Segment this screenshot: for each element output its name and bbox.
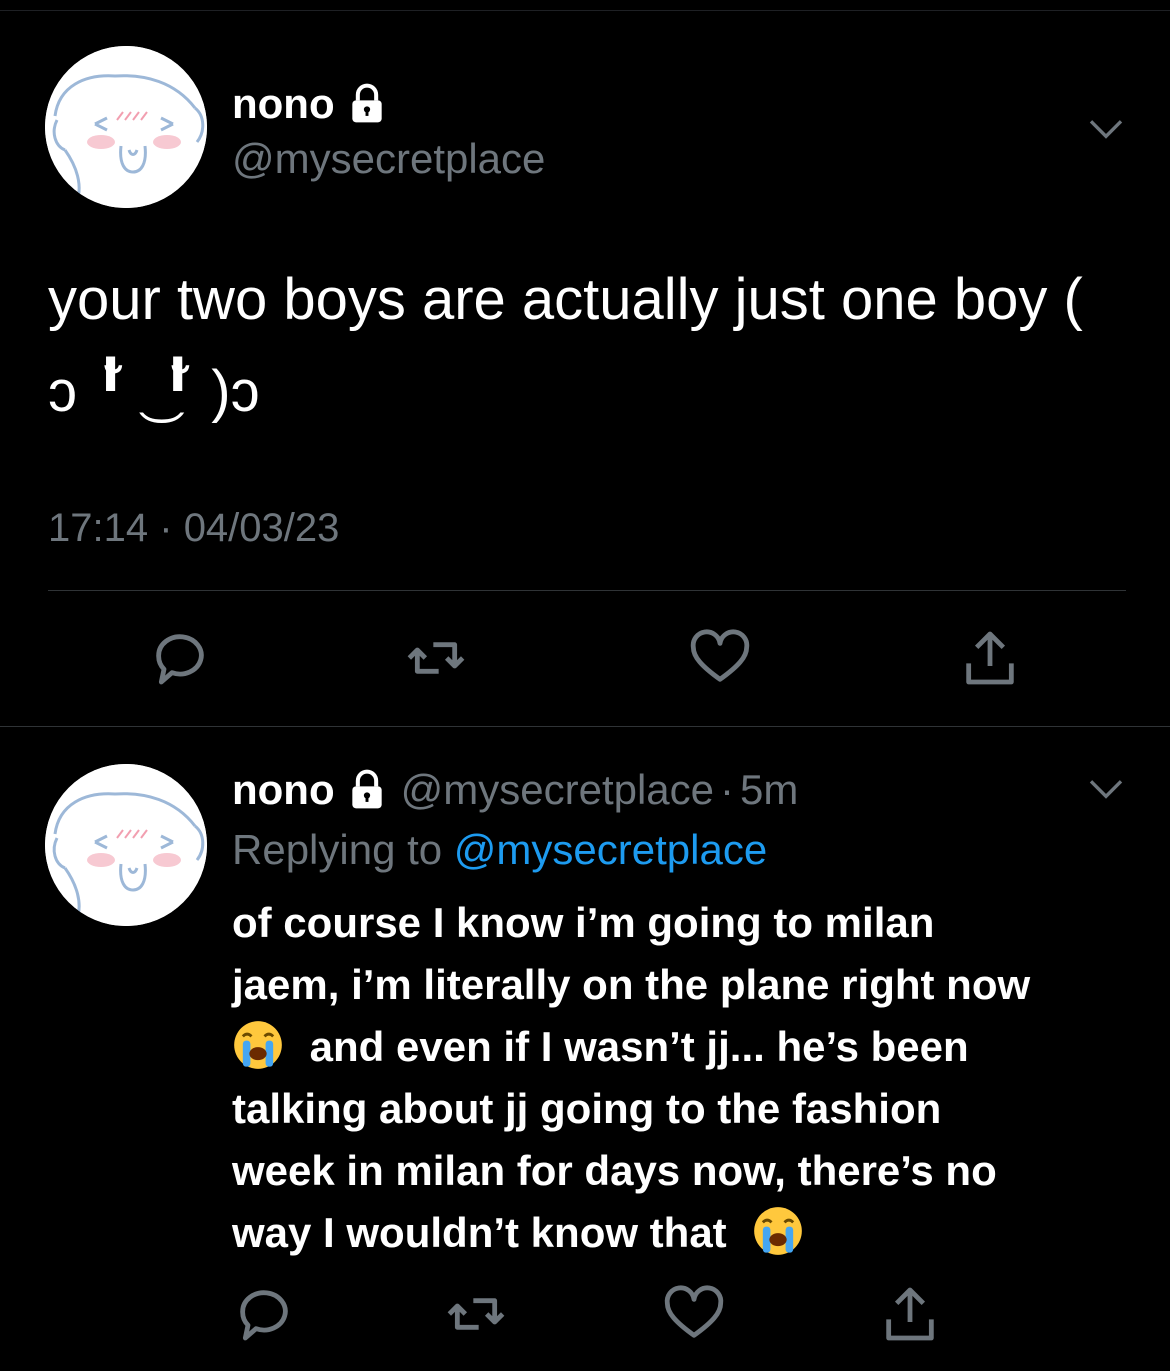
loudly-crying-face-emoji bbox=[752, 1205, 804, 1257]
display-name[interactable]: nono bbox=[232, 82, 389, 126]
handle[interactable]: @mysecretplace bbox=[232, 138, 545, 180]
tweet-divider bbox=[48, 590, 1126, 591]
top-divider bbox=[0, 10, 1170, 11]
reply-text: of course I know i’m going to milan jaem… bbox=[232, 892, 1132, 1264]
display-name-text: nono bbox=[232, 80, 335, 127]
tweet-time: 17:14 bbox=[48, 506, 149, 550]
reply-share-button[interactable] bbox=[878, 1282, 942, 1346]
lock-icon bbox=[351, 769, 382, 809]
avatar-bear-image bbox=[45, 46, 207, 208]
reply-handle[interactable]: @mysecretplace bbox=[401, 769, 714, 811]
reply-display-name[interactable]: nono bbox=[232, 768, 389, 812]
reply-avatar[interactable] bbox=[45, 764, 207, 926]
reply-text-line: way I wouldn’t know that bbox=[232, 1202, 1132, 1264]
reply-like-button[interactable] bbox=[662, 1282, 726, 1346]
reply-chevron-down-icon[interactable] bbox=[1086, 768, 1126, 808]
avatar-bear-image bbox=[45, 764, 207, 926]
reply-button[interactable] bbox=[148, 626, 212, 690]
reply-text-line: and even if I wasn’t jj... he’s been bbox=[232, 1016, 1132, 1078]
retweet-button[interactable] bbox=[404, 626, 468, 690]
reply-meta-separator: · bbox=[720, 766, 735, 813]
replying-to-prefix: Replying to bbox=[232, 826, 454, 873]
reply-text-line: talking about jj going to the fashion bbox=[232, 1085, 942, 1132]
reply-text-line-content: way I wouldn’t know that bbox=[232, 1209, 727, 1256]
chevron-down-icon[interactable] bbox=[1086, 108, 1126, 148]
reply-icon bbox=[156, 634, 204, 685]
heart-icon bbox=[690, 629, 750, 682]
reply-reply-button[interactable] bbox=[232, 1282, 296, 1346]
retweet-icon bbox=[447, 1298, 505, 1330]
reply-retweet-button[interactable] bbox=[444, 1282, 508, 1346]
loudly-crying-face-emoji bbox=[232, 1019, 284, 1071]
share-icon bbox=[966, 631, 1014, 685]
share-button[interactable] bbox=[958, 626, 1022, 690]
reply-header: nono @mysecretplace · 5m bbox=[232, 768, 798, 812]
like-button[interactable] bbox=[688, 626, 752, 690]
heart-icon bbox=[664, 1285, 724, 1338]
reply-text-line: jaem, i’m literally on the plane right n… bbox=[232, 961, 1031, 1008]
replying-to-link[interactable]: @mysecretplace bbox=[454, 826, 767, 873]
reply-text-line-content: and even if I wasn’t jj... he’s been bbox=[309, 1023, 969, 1070]
reply-display-name-text: nono bbox=[232, 766, 335, 813]
lock-icon bbox=[351, 83, 382, 123]
tweet-date: 04/03/23 bbox=[183, 506, 340, 550]
reply-text-line: week in milan for days now, there’s no bbox=[232, 1147, 997, 1194]
retweet-icon bbox=[407, 642, 465, 674]
reply-age[interactable]: 5m bbox=[740, 769, 798, 811]
reply-icon bbox=[240, 1290, 288, 1341]
thread-divider bbox=[0, 726, 1170, 727]
meta-separator: · bbox=[159, 506, 173, 550]
tweet-timestamp[interactable]: 17:14 · 04/03/23 bbox=[48, 506, 339, 551]
tweet-text: your two boys are actually just one boy … bbox=[48, 267, 1083, 424]
reply-text-line: of course I know i’m going to milan bbox=[232, 899, 935, 946]
share-icon bbox=[886, 1287, 934, 1341]
replying-to: Replying to @mysecretplace bbox=[232, 826, 767, 874]
avatar[interactable] bbox=[45, 46, 207, 208]
